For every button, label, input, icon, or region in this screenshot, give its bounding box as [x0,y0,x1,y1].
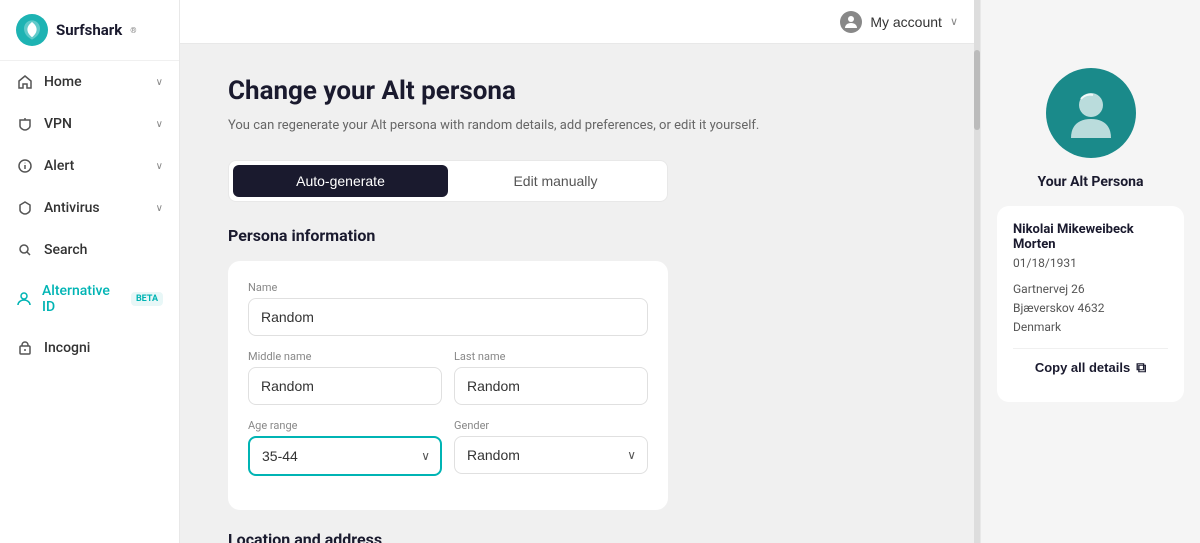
middle-name-label: Middle name [248,350,442,363]
sidebar-item-alert-label: Alert [44,158,74,174]
alt-persona-avatar [1046,68,1136,158]
scrollable-content: Change your Alt persona You can regenera… [180,44,974,543]
sidebar: Surfshark ® Home ∨ [0,0,180,543]
middle-name-input[interactable] [248,367,442,405]
surfshark-logo-icon [16,14,48,46]
mode-toggle: Auto-generate Edit manually [228,160,668,202]
last-name-label: Last name [454,350,648,363]
persona-country: Denmark [1013,320,1061,334]
scrollbar-track[interactable] [974,0,980,543]
sidebar-item-home[interactable]: Home ∨ [0,61,179,103]
sidebar-item-search-label: Search [44,242,87,258]
copy-label: Copy all details [1035,360,1130,375]
gender-field: Gender Random ∨ [454,419,648,476]
age-range-label: Age range [248,419,442,432]
name-input[interactable] [248,298,648,336]
sidebar-item-antivirus[interactable]: Antivirus ∨ [0,187,179,229]
persona-dob: 01/18/1931 [1013,256,1168,270]
sidebar-item-alternative-id-label: Alternative ID [42,283,117,315]
age-range-select-wrapper: 35-44 ∨ [248,436,442,476]
page-subtitle: You can regenerate your Alt persona with… [228,116,926,136]
persona-full-name: Nikolai Mikeweibeck Morten [1013,222,1168,252]
main-content: Change your Alt persona You can regenera… [180,44,974,543]
sidebar-item-incogni-label: Incogni [44,340,90,356]
alert-chevron: ∨ [156,161,163,172]
content-wrapper: My account ∨ Change your Alt persona You… [180,0,1200,543]
sidebar-item-alert[interactable]: Alert ∨ [0,145,179,187]
sidebar-item-vpn[interactable]: VPN ∨ [0,103,179,145]
persona-section-title: Persona information [228,226,926,245]
header-bar: My account ∨ [180,0,974,44]
right-panel: Your Alt Persona Nikolai Mikeweibeck Mor… [980,0,1200,543]
persona-address-line2: Bjæverskov 4632 [1013,301,1104,315]
page-title: Change your Alt persona [228,76,926,106]
location-section: Location and address Country Random ∨ [228,530,926,543]
sidebar-item-vpn-label: VPN [44,116,72,132]
sidebar-item-antivirus-label: Antivirus [44,200,100,216]
account-avatar-icon [840,11,862,33]
search-icon [16,241,34,259]
name-label: Name [248,281,648,294]
account-chevron: ∨ [950,15,958,28]
age-gender-row: Age range 35-44 ∨ Gender [248,419,648,476]
logo-area: Surfshark ® [0,0,179,61]
alternative-id-icon [16,290,32,308]
account-label: My account [870,14,942,30]
copy-icon: ⧉ [1136,359,1146,376]
gender-label: Gender [454,419,648,432]
middle-name-field: Middle name [248,350,442,405]
copy-all-details-button[interactable]: Copy all details ⧉ [1013,348,1168,386]
last-name-input[interactable] [454,367,648,405]
home-icon [16,73,34,91]
beta-badge: BETA [131,292,163,306]
scrollbar-thumb[interactable] [974,50,980,130]
right-panel-title: Your Alt Persona [1038,174,1144,190]
sidebar-item-search[interactable]: Search [0,229,179,271]
location-section-title: Location and address [228,530,926,543]
gender-select[interactable]: Random [454,436,648,474]
persona-address-line1: Gartnervej 26 [1013,282,1085,296]
logo-text: Surfshark [56,21,122,39]
name-field: Name [248,281,648,336]
name-row: Middle name Last name [248,350,648,405]
home-chevron: ∨ [156,77,163,88]
antivirus-chevron: ∨ [156,203,163,214]
sidebar-item-home-label: Home [44,74,82,90]
account-button[interactable]: My account ∨ [840,11,958,33]
center-column: My account ∨ Change your Alt persona You… [180,0,974,543]
vpn-icon [16,115,34,133]
age-range-select[interactable]: 35-44 [248,436,442,476]
vpn-chevron: ∨ [156,119,163,130]
auto-generate-toggle[interactable]: Auto-generate [233,165,448,197]
avatar-silhouette-icon [1061,83,1121,143]
persona-form-card: Name Middle name Last name [228,261,668,510]
sidebar-nav: Home ∨ VPN ∨ [0,61,179,369]
edit-manually-toggle[interactable]: Edit manually [448,165,663,197]
alert-icon [16,157,34,175]
persona-detail-card: Nikolai Mikeweibeck Morten 01/18/1931 Ga… [997,206,1184,402]
persona-address: Gartnervej 26 Bjæverskov 4632 Denmark [1013,280,1168,338]
sidebar-item-incogni[interactable]: Incogni [0,327,179,369]
antivirus-icon [16,199,34,217]
gender-select-wrapper: Random ∨ [454,436,648,474]
last-name-field: Last name [454,350,648,405]
sidebar-item-alternative-id[interactable]: Alternative ID BETA [0,271,179,327]
age-range-field: Age range 35-44 ∨ [248,419,442,476]
incogni-icon [16,339,34,357]
logo-trademark: ® [130,26,136,35]
